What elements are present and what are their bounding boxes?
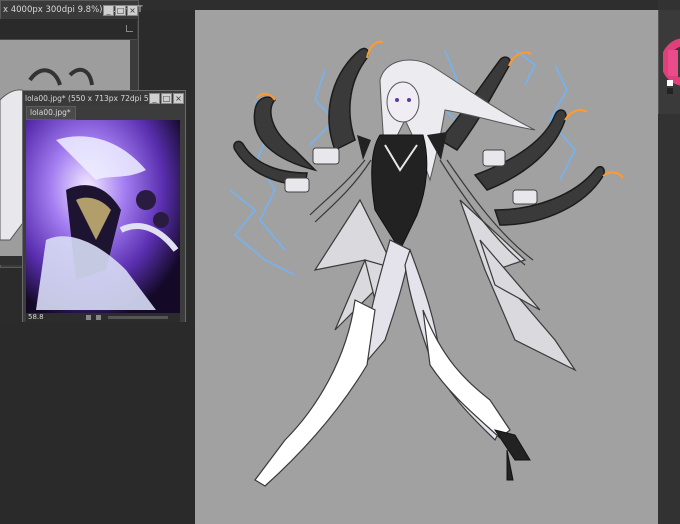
reference-window-titlebar[interactable]: lola00.jpg* (550 x 713px 72dpi 58.8%) _ … bbox=[23, 91, 185, 105]
zoom-slider[interactable] bbox=[108, 316, 168, 319]
reference-tab-label: lola00.jpg* bbox=[30, 108, 71, 117]
zoom-in-icon[interactable] bbox=[96, 315, 101, 320]
maximize-icon[interactable]: □ bbox=[161, 93, 172, 104]
zoom-level: 58.8 bbox=[28, 313, 44, 321]
minimize-icon[interactable]: _ bbox=[149, 93, 160, 104]
close-icon[interactable]: × bbox=[127, 5, 138, 16]
chevron-down-icon[interactable] bbox=[126, 25, 133, 32]
back-window-titlebar[interactable]: x 4000px 300dpi 9.8%) - CLIP ST _ □ × bbox=[1, 1, 143, 20]
minimize-icon[interactable]: _ bbox=[103, 5, 114, 16]
reference-image bbox=[26, 120, 180, 313]
color-wheel-icon[interactable] bbox=[661, 22, 680, 102]
reference-statusbar: 58.8 bbox=[26, 313, 180, 322]
reference-image-window[interactable]: lola00.jpg* (550 x 713px 72dpi 58.8%) _ … bbox=[22, 90, 186, 324]
top-toolbar-strip bbox=[138, 0, 680, 10]
face bbox=[386, 81, 420, 123]
close-icon[interactable]: × bbox=[173, 93, 184, 104]
zoom-out-icon[interactable] bbox=[86, 315, 91, 320]
workspace-background bbox=[0, 322, 195, 524]
back-window-header bbox=[0, 19, 137, 40]
maximize-icon[interactable]: □ bbox=[115, 5, 126, 16]
main-canvas[interactable] bbox=[195, 10, 658, 524]
reference-tab[interactable]: lola00.jpg* bbox=[26, 106, 76, 120]
boot-heels bbox=[493, 429, 531, 481]
character-sketch bbox=[229, 40, 624, 487]
